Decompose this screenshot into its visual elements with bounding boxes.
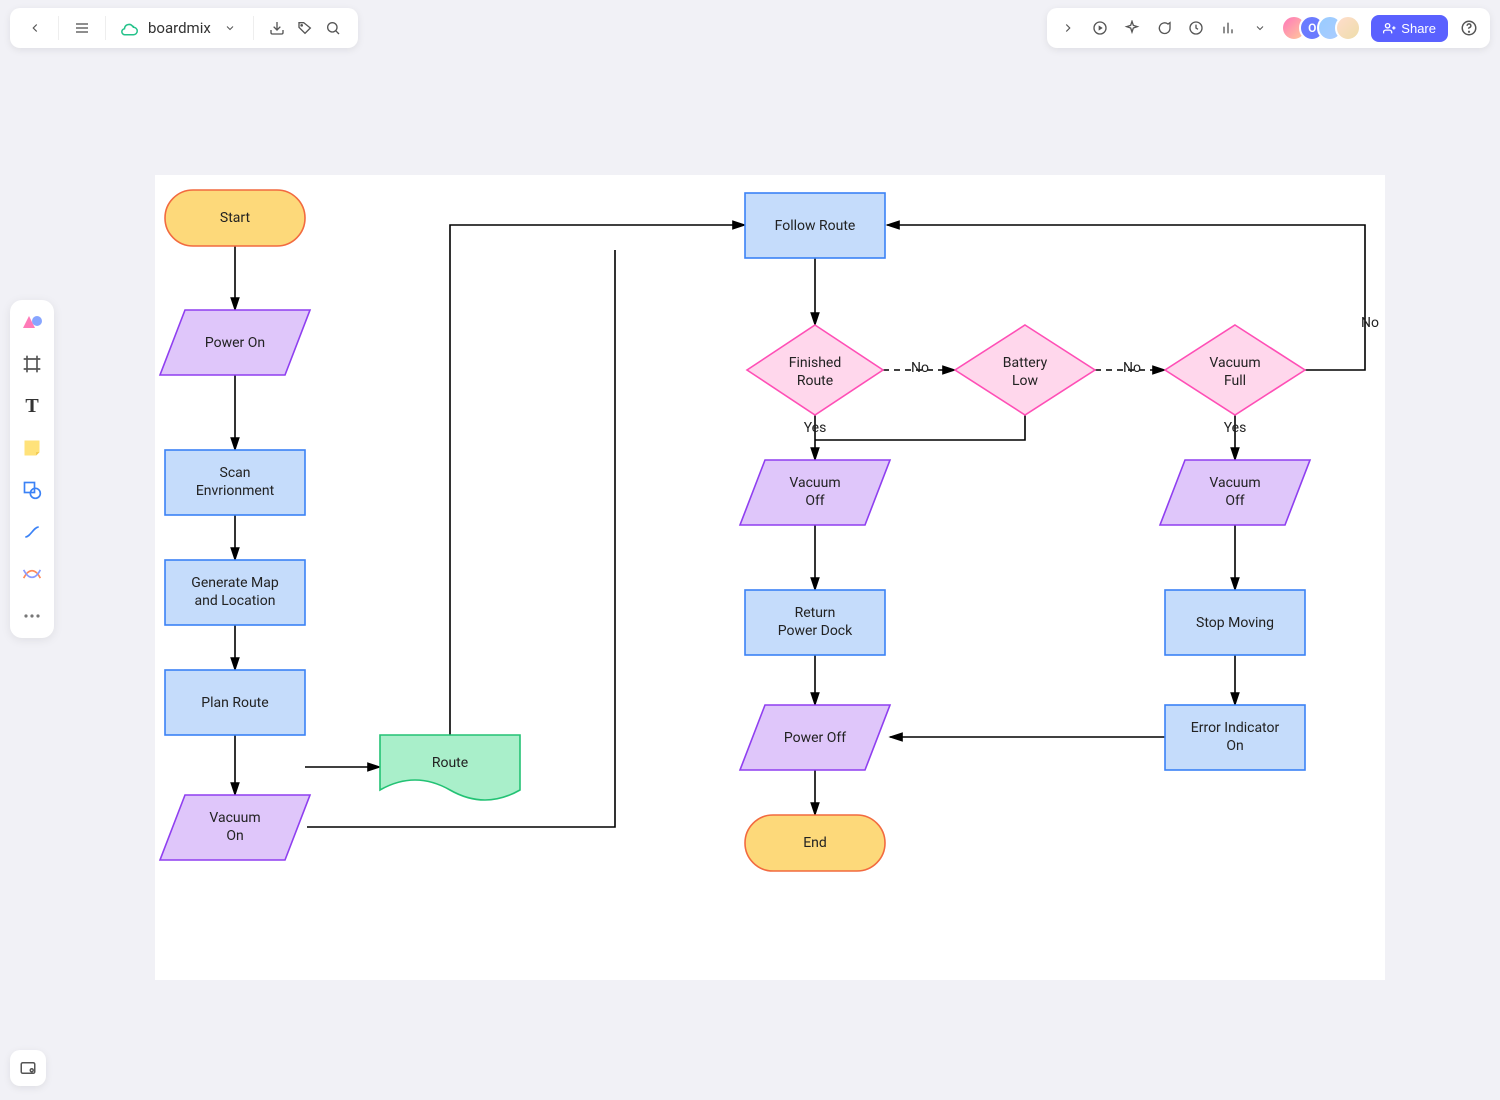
brand-chevron-icon[interactable] bbox=[219, 17, 241, 39]
node-battery-low[interactable] bbox=[955, 325, 1095, 415]
back-button[interactable] bbox=[24, 17, 46, 39]
history-icon[interactable] bbox=[1185, 17, 1207, 39]
node-end[interactable] bbox=[745, 815, 885, 871]
view-settings-button[interactable] bbox=[10, 1050, 46, 1086]
chevron-right-icon[interactable] bbox=[1057, 17, 1079, 39]
node-start[interactable] bbox=[165, 190, 305, 246]
diagram-canvas[interactable]: Start Power On Scan Envrionment Generate… bbox=[155, 175, 1385, 980]
tag-button[interactable] bbox=[294, 17, 316, 39]
sticky-tool-icon[interactable] bbox=[20, 436, 44, 460]
node-error-indicator[interactable] bbox=[1165, 705, 1305, 770]
search-button[interactable] bbox=[322, 17, 344, 39]
node-power-on[interactable] bbox=[160, 310, 310, 375]
curve-tool-icon[interactable] bbox=[20, 562, 44, 586]
shapes-tool-icon[interactable] bbox=[20, 310, 44, 334]
more-chevron-icon[interactable] bbox=[1249, 17, 1271, 39]
collaborator-avatars[interactable]: O bbox=[1281, 15, 1361, 41]
node-scan-env[interactable] bbox=[165, 450, 305, 515]
text-tool-icon[interactable]: T bbox=[20, 394, 44, 418]
app-brand: boardmix bbox=[148, 19, 211, 37]
chart-icon[interactable] bbox=[1217, 17, 1239, 39]
node-vacuum-off-1[interactable] bbox=[740, 460, 890, 525]
share-label: Share bbox=[1401, 21, 1436, 36]
top-right-toolbar: O Share bbox=[1047, 8, 1490, 48]
node-finished-route[interactable] bbox=[747, 325, 883, 415]
node-return-dock[interactable] bbox=[745, 590, 885, 655]
avatar[interactable] bbox=[1335, 15, 1361, 41]
menu-button[interactable] bbox=[71, 17, 93, 39]
connector-tool-icon[interactable] bbox=[20, 520, 44, 544]
node-vacuum-off-2[interactable] bbox=[1160, 460, 1310, 525]
node-plan-route[interactable] bbox=[165, 670, 305, 735]
node-vacuum-on[interactable] bbox=[160, 795, 310, 860]
cloud-sync-icon[interactable] bbox=[118, 17, 140, 39]
sparkle-icon[interactable] bbox=[1121, 17, 1143, 39]
shape-tool-icon[interactable] bbox=[20, 478, 44, 502]
node-vacuum-full[interactable] bbox=[1165, 325, 1305, 415]
more-tools-icon[interactable] bbox=[20, 604, 44, 628]
node-stop-moving[interactable] bbox=[1165, 590, 1305, 655]
download-button[interactable] bbox=[266, 17, 288, 39]
frame-tool-icon[interactable] bbox=[20, 352, 44, 376]
node-gen-map[interactable] bbox=[165, 560, 305, 625]
tools-sidebar: T bbox=[10, 300, 54, 638]
share-button[interactable]: Share bbox=[1371, 15, 1448, 42]
node-power-off[interactable] bbox=[740, 705, 890, 770]
help-button[interactable] bbox=[1458, 17, 1480, 39]
node-follow-route[interactable] bbox=[745, 193, 885, 258]
top-left-toolbar: boardmix bbox=[10, 8, 358, 48]
comment-icon[interactable] bbox=[1153, 17, 1175, 39]
node-route[interactable] bbox=[380, 735, 520, 800]
play-icon[interactable] bbox=[1089, 17, 1111, 39]
